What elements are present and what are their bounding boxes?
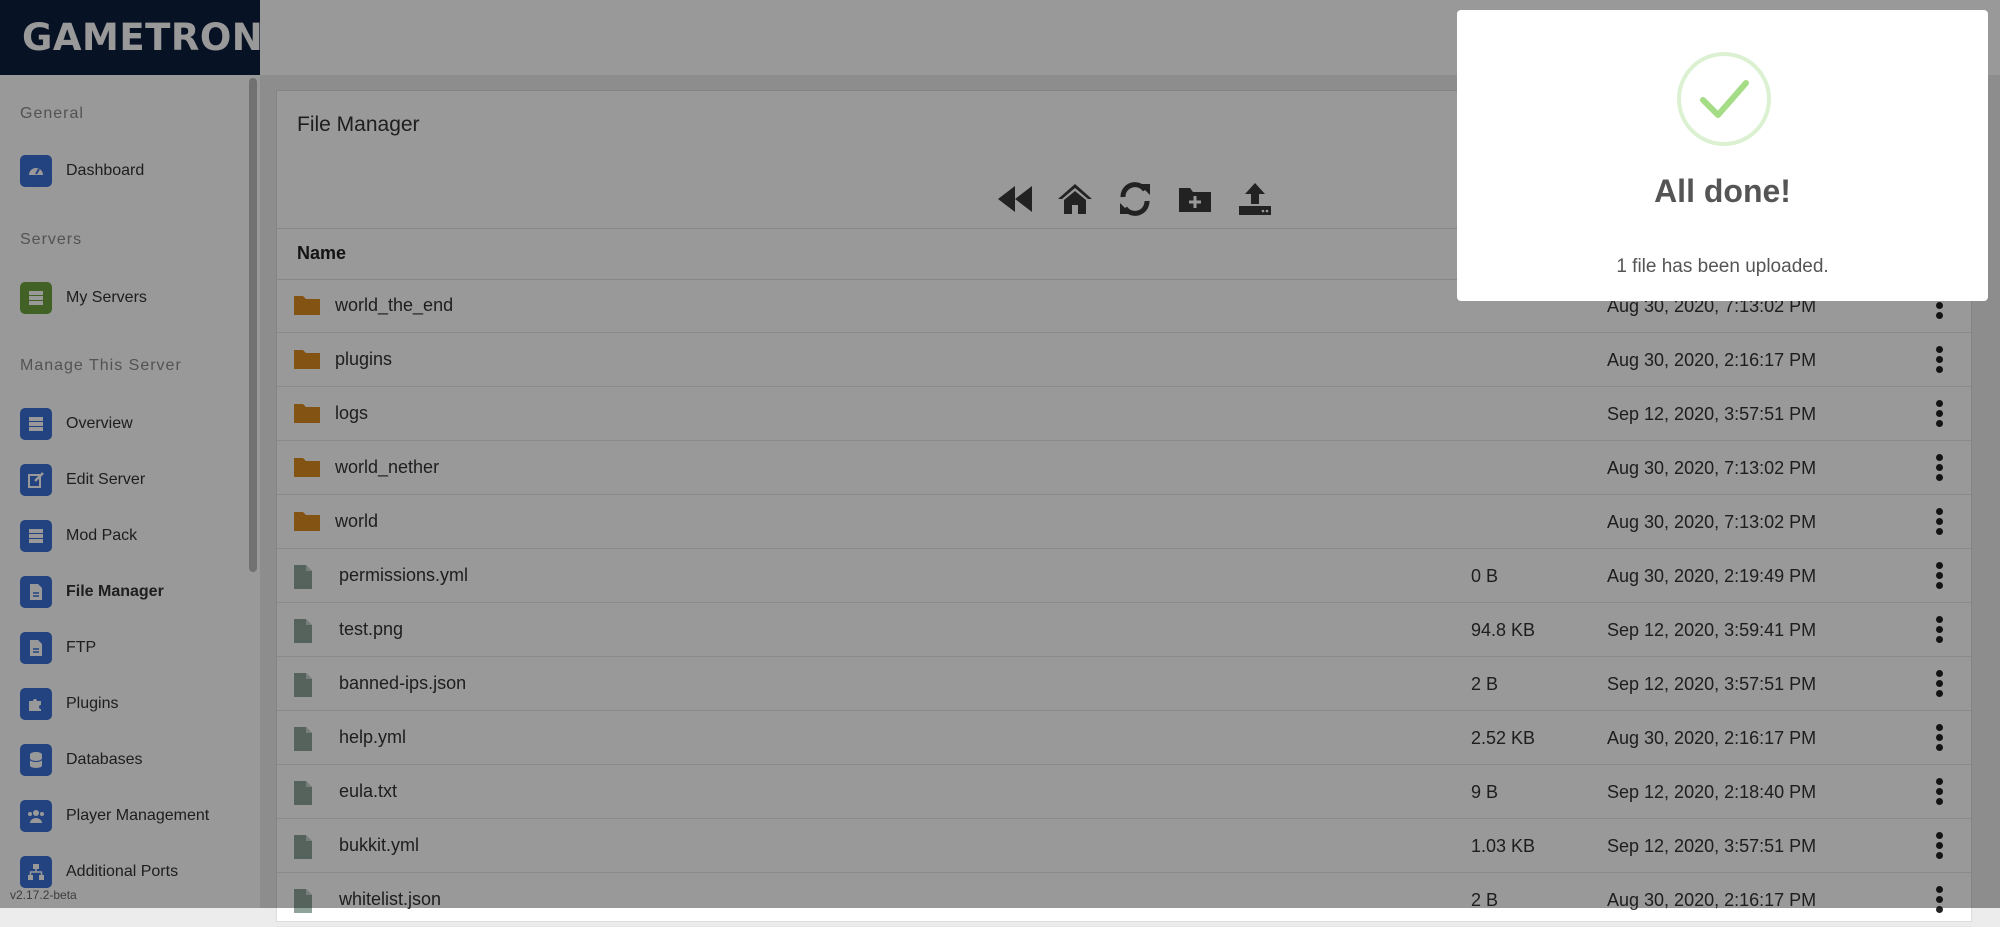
dialog-message: 1 file has been uploaded.: [1616, 256, 1829, 277]
success-dialog: All done! 1 file has been uploaded.: [1457, 10, 1988, 301]
dialog-title: All done!: [1654, 173, 1791, 209]
success-icon: [1677, 52, 1771, 146]
